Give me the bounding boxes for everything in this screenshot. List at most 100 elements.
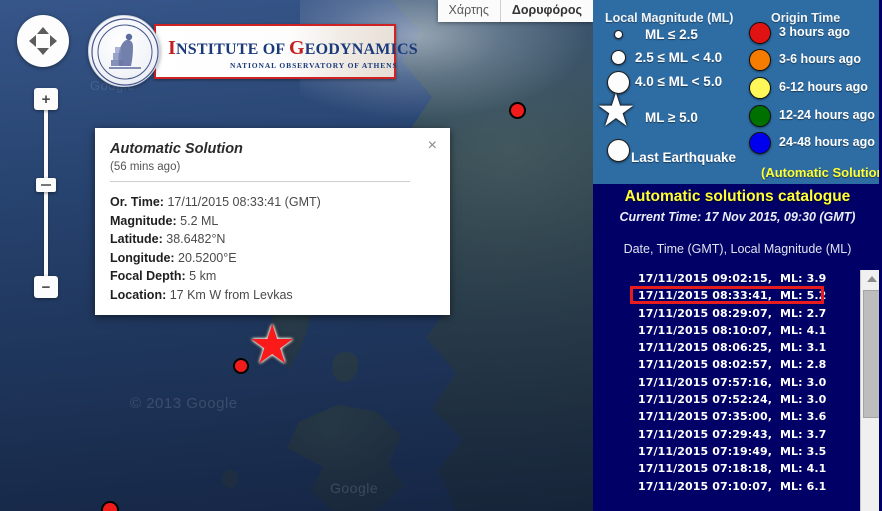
popup-row: Longitude: 20.5200°E	[110, 249, 321, 268]
catalogue-row[interactable]: 17/11/2015 07:10:07,ML: 6.1	[593, 478, 860, 495]
earthquake-info-popup: Automatic Solution (56 mins ago) × Or. T…	[95, 128, 450, 315]
popup-row-value: 20.5200°E	[175, 251, 237, 265]
legend-origin-label: 3-6 hours ago	[779, 52, 861, 66]
popup-row-value: 38.6482°N	[163, 232, 226, 246]
catalogue-row-time: 07:52:24,	[708, 393, 772, 406]
catalogue-row[interactable]: 17/11/2015 08:02:57,ML: 2.8	[593, 356, 860, 373]
popup-title: Automatic Solution	[110, 141, 243, 157]
legend-origin-dot-icon	[749, 49, 771, 71]
catalogue-column-header: Date, Time (GMT), Local Magnitude (ML)	[593, 242, 882, 256]
pan-control[interactable]	[17, 15, 69, 67]
legend-origin-label: 12-24 hours ago	[779, 108, 875, 122]
catalogue-row-magnitude: ML: 4.1	[780, 324, 826, 337]
zoom-in-button[interactable]: +	[34, 88, 58, 110]
zoom-slider-handle[interactable]	[36, 178, 56, 192]
close-icon[interactable]: ×	[428, 138, 437, 154]
map-type-buttons[interactable]: Χάρτης Δορυφόρος	[438, 0, 594, 22]
map-type-satellite[interactable]: Δορυφόρος	[501, 0, 593, 22]
quake-marker-1[interactable]	[233, 358, 249, 374]
legend-circle-icon	[607, 139, 630, 162]
catalogue-row-magnitude: ML: 3.0	[780, 393, 826, 406]
catalogue-row[interactable]: 17/11/2015 07:18:18, ML: 4.1	[593, 460, 860, 477]
catalogue-row[interactable]: 17/11/2015 07:57:16,ML: 3.0	[593, 374, 860, 391]
legend-origin-dot-icon	[749, 22, 771, 44]
catalogue-row-magnitude: ML: 3.9	[780, 272, 826, 285]
catalogue-row-time: 07:10:07,	[708, 480, 772, 493]
catalogue-row-date: 17/11/2015	[638, 462, 708, 475]
popup-row-label: Longitude:	[110, 251, 175, 265]
catalogue-row-magnitude: ML: 3.7	[780, 428, 826, 441]
legend-origin-dot-icon	[749, 132, 771, 154]
zoom-slider-track[interactable]	[44, 100, 48, 290]
pan-arrows-icon	[17, 15, 69, 67]
catalogue-row[interactable]: 17/11/2015 08:06:25,ML: 3.1	[593, 339, 860, 356]
zoom-slider-control[interactable]: + −	[34, 88, 58, 298]
catalogue-row[interactable]: 17/11/2015 07:29:43,ML: 3.7	[593, 426, 860, 443]
catalogue-row-time: 08:02:57,	[708, 358, 772, 371]
popup-row-value: 5.2 ML	[177, 214, 219, 228]
catalogue-row-time: 07:29:43,	[708, 428, 772, 441]
catalogue-row-time: 07:18:18,	[708, 462, 772, 475]
catalogue-row-date: 17/11/2015	[638, 376, 708, 389]
legend-origin-header: Origin Time	[771, 11, 840, 25]
catalogue-row[interactable]: 17/11/2015 08:29:07,ML: 2.7	[593, 305, 860, 322]
main-quake-star[interactable]: ★	[248, 318, 296, 372]
catalogue-row-magnitude: ML: 4.1	[780, 462, 826, 475]
quake-marker-2[interactable]	[509, 102, 526, 119]
catalogue-row-magnitude: ML: 2.8	[780, 358, 826, 371]
catalogue-row-time: 07:19:49,	[708, 445, 772, 458]
catalogue-list[interactable]: 17/11/2015 09:02:15,ML: 3.917/11/2015 08…	[593, 270, 860, 511]
catalogue-row-magnitude: ML: 6.1	[780, 480, 826, 493]
catalogue-row-time: 08:33:41,	[708, 289, 772, 302]
logo-banner: INSTITUTE OF GEODYNAMICS NATIONAL OBSERV…	[154, 24, 396, 79]
legend-panel: Local Magnitude (ML) Origin Time ML ≤ 2.…	[593, 0, 882, 184]
popup-row-label: Or. Time:	[110, 195, 164, 209]
popup-row-value: 17/11/2015 08:33:41 (GMT)	[164, 195, 321, 209]
observatory-seal-icon	[88, 15, 160, 87]
catalogue-row-time: 08:10:07,	[708, 324, 772, 337]
popup-divider	[110, 181, 410, 182]
popup-row: Focal Depth: 5 km	[110, 267, 321, 286]
legend-automatic-note: (Automatic Solution)	[761, 165, 882, 180]
legend-magnitude-label: Last Earthquake	[631, 150, 736, 165]
logo-title-rest1: NSTITUTE OF	[176, 41, 289, 58]
popup-row: Or. Time: 17/11/2015 08:33:41 (GMT)	[110, 193, 321, 212]
catalogue-row[interactable]: 17/11/2015 07:35:00,ML: 3.6	[593, 408, 860, 425]
legend-magnitude-label: ML ≤ 2.5	[645, 27, 698, 42]
catalogue-row-date: 17/11/2015	[638, 307, 708, 320]
catalogue-row-date: 17/11/2015	[638, 272, 708, 285]
legend-magnitude-label: ML ≥ 5.0	[645, 110, 698, 125]
catalogue-row[interactable]: 17/11/2015 08:33:41, ML: 5.2	[593, 287, 860, 304]
popup-row-label: Location:	[110, 288, 166, 302]
earthquake-map-app: © 2013 Google Google Google ★ + − INS	[0, 0, 882, 511]
legend-origin-dot-icon	[749, 105, 771, 127]
popup-row-label: Focal Depth:	[110, 269, 186, 283]
legend-origin-label: 6-12 hours ago	[779, 80, 868, 94]
popup-row: Latitude: 38.6482°N	[110, 230, 321, 249]
catalogue-row-magnitude: ML: 3.1	[780, 341, 826, 354]
catalogue-row-date: 17/11/2015	[638, 341, 708, 354]
popup-row-value: 17 Km W from Levkas	[166, 288, 292, 302]
catalogue-row[interactable]: 17/11/2015 08:10:07,ML: 4.1	[593, 322, 860, 339]
map-type-roadmap[interactable]: Χάρτης	[438, 0, 501, 22]
popup-subtitle: (56 mins ago)	[110, 161, 180, 173]
catalogue-row[interactable]: 17/11/2015 07:52:24,ML: 3.0	[593, 391, 860, 408]
catalogue-row-magnitude: ML: 3.5	[780, 445, 826, 458]
catalogue-row-magnitude: ML: 5.2	[780, 289, 826, 302]
popup-detail-rows: Or. Time: 17/11/2015 08:33:41 (GMT)Magni…	[110, 193, 321, 304]
catalogue-row-date: 17/11/2015	[638, 410, 708, 423]
catalogue-row[interactable]: 17/11/2015 07:19:49,ML: 3.5	[593, 443, 860, 460]
catalogue-row-time: 08:29:07,	[708, 307, 772, 320]
popup-row-label: Latitude:	[110, 232, 163, 246]
legend-magnitude-label: 4.0 ≤ ML < 5.0	[635, 74, 722, 89]
catalogue-panel: Automatic solutions catalogue Current Ti…	[593, 184, 882, 511]
catalogue-row[interactable]: 17/11/2015 09:02:15,ML: 3.9	[593, 270, 860, 287]
zoom-out-button[interactable]: −	[34, 276, 58, 298]
popup-row: Location: 17 Km W from Levkas	[110, 286, 321, 305]
catalogue-row-date: 17/11/2015	[638, 289, 708, 302]
legend-circle-icon	[611, 50, 626, 65]
logo-title-rest2: EODYNAMICS	[305, 41, 418, 58]
catalogue-title: Automatic solutions catalogue	[593, 188, 882, 206]
institute-logo: INSTITUTE OF GEODYNAMICS NATIONAL OBSERV…	[88, 15, 396, 87]
map-pane[interactable]: © 2013 Google Google Google ★ + − INS	[0, 0, 593, 511]
